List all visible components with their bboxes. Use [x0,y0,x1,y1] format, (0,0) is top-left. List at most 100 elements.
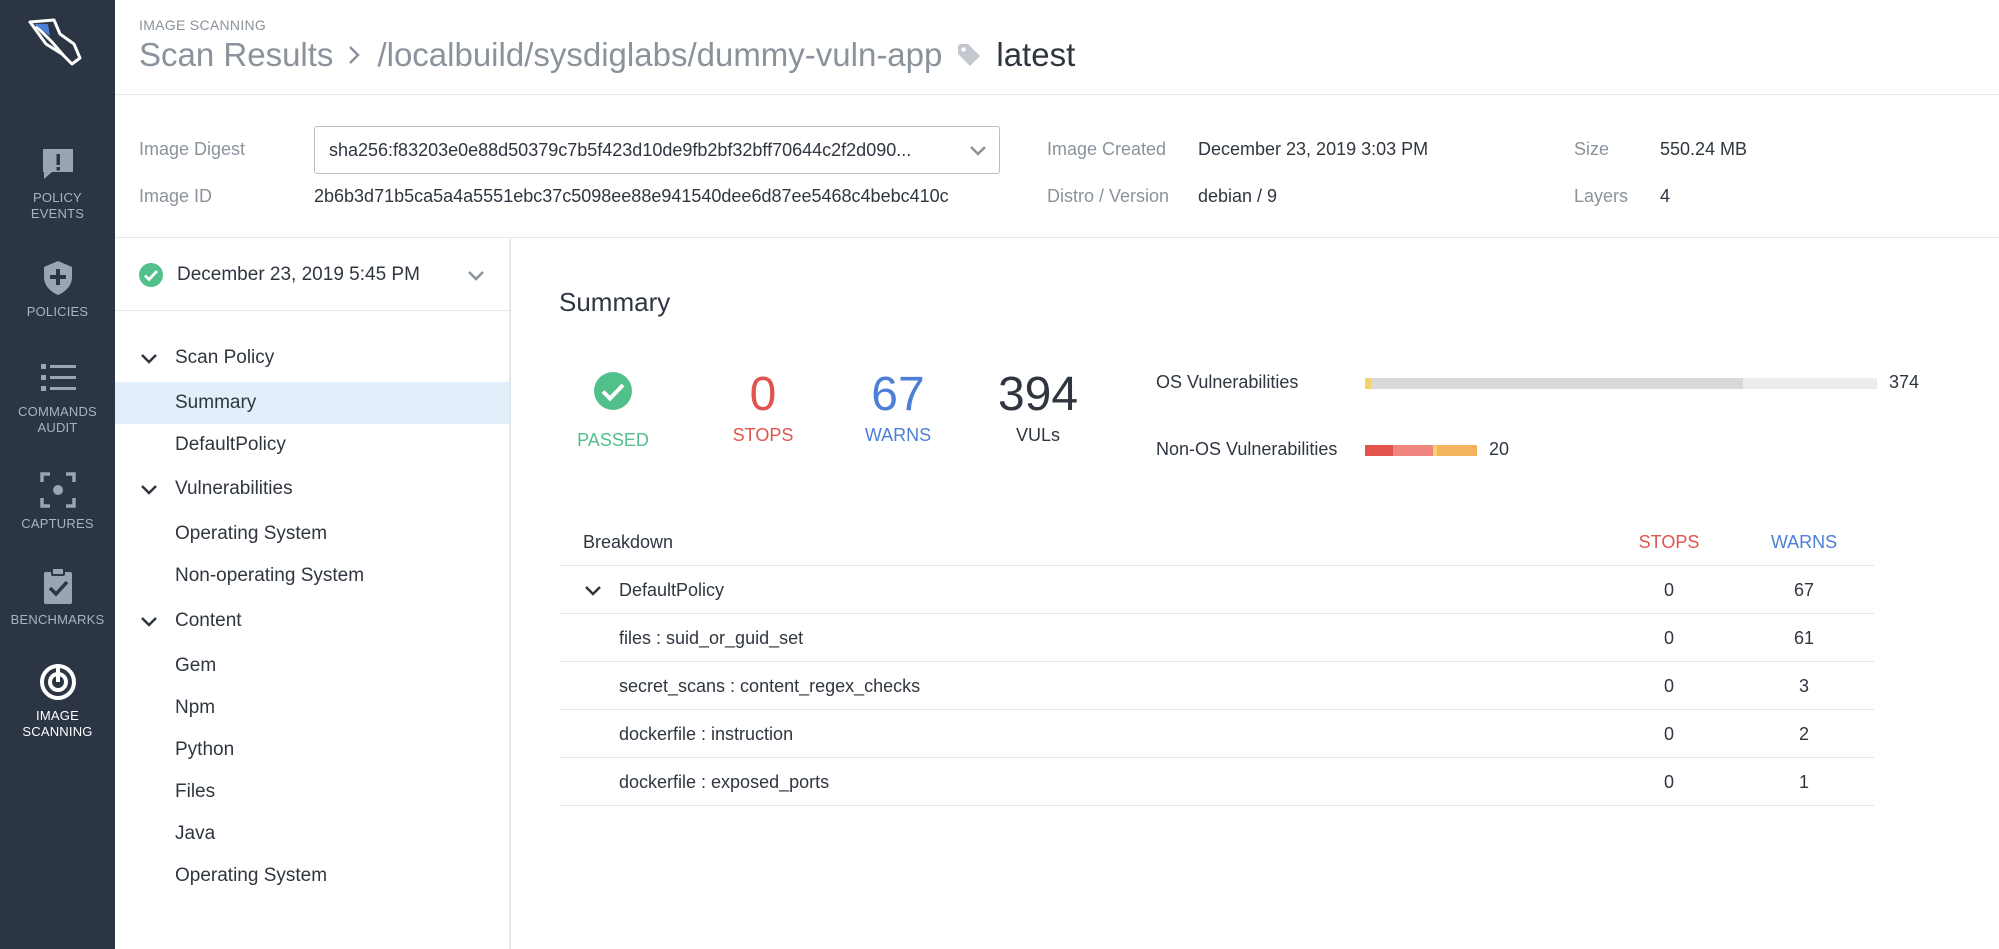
breadcrumb-scan-results[interactable]: Scan Results [139,36,333,74]
shield-plus-icon [43,261,72,295]
breakdown-warns-header[interactable]: WARNS [1754,532,1854,553]
scan-sidebar: December 23, 2019 5:45 PM Scan Policy Su… [115,239,511,949]
image-id-value: 2b6b3d71b5ca5a4a5551ebc37c5098ee88e94154… [314,186,949,206]
section-content[interactable]: Content [115,601,509,641]
os-vulnerabilities-bar[interactable] [1365,378,1877,389]
size-label: Size [1574,139,1610,159]
stat-stops-label: STOPS [732,425,794,445]
breakdown-row-defaultpolicy[interactable]: DefaultPolicy 0 67 [559,566,1874,614]
non-os-vulnerabilities-label: Non-OS Vulnerabilities [1156,439,1338,459]
chevron-down-icon [141,617,157,627]
stat-stops-value: 0 [749,368,777,421]
breakdown-row-warns: 1 [1798,772,1809,792]
nonos-bar-medium-segment [1437,445,1477,456]
stat-warns-value: 67 [871,368,925,421]
section-vulnerabilities[interactable]: Vulnerabilities [115,469,509,509]
sysdig-logo-icon[interactable] [24,14,88,78]
stat-stops: 0 STOPS [713,367,813,446]
chevron-right-icon [347,44,361,66]
breakdown-row-name: DefaultPolicy [619,580,725,600]
check-circle-icon [139,263,163,287]
breakdown-row-name: dockerfile : exposed_ports [619,772,830,792]
menu-item-gem[interactable]: Gem [115,645,509,687]
menu-item-files[interactable]: Files [115,771,509,813]
breadcrumb-repo: /localbuild/sysdiglabs/dummy-vuln-app [377,36,943,73]
chevron-down-icon [970,146,986,156]
section-scan-policy[interactable]: Scan Policy [115,338,509,378]
table-row[interactable]: secret_scans : content_regex_checks 0 3 [559,662,1874,710]
non-os-vulnerabilities-count: 20 [1489,439,1510,459]
table-row[interactable]: files : suid_or_guid_set 0 61 [559,614,1874,662]
breakdown-row-warns: 2 [1798,724,1809,744]
chevron-down-icon [468,271,484,281]
menu-item-npm[interactable]: Npm [115,687,509,729]
stat-vuls-label: VULs [1015,425,1060,445]
image-info-panel: Image Digest sha256:f83203e0e88d50379c7b… [115,96,1999,238]
nav-policies-label: POLICIES [26,304,89,319]
layers-value: 4 [1660,186,1671,206]
menu-item-operating-system-label: Operating System [175,523,328,544]
clipboard-check-icon [43,567,72,604]
stat-vuls: 394 VULs [988,367,1088,446]
menu-item-java[interactable]: Java [115,813,509,855]
stat-passed-label: PASSED [577,430,649,450]
menu-item-non-operating-system-label: Non-operating System [175,565,365,586]
tag-icon [956,42,982,68]
scan-date-selector[interactable]: December 23, 2019 5:45 PM [115,239,509,311]
nav-captures[interactable]: CAPTURES [0,470,115,532]
breakdown-stops-header[interactable]: STOPS [1619,532,1719,553]
menu-item-java-label: Java [175,823,216,844]
image-digest-select[interactable]: sha256:f83203e0e88d50379c7b5f423d10de9fb… [314,126,1000,174]
breakdown-table: Breakdown STOPS WARNS DefaultPolicy 0 67… [559,516,1874,806]
breakdown-row-stops: 0 [1663,580,1674,600]
stat-passed: PASSED [569,371,657,451]
table-row[interactable]: dockerfile : exposed_ports 0 1 [559,758,1874,806]
table-row[interactable]: dockerfile : instruction 0 2 [559,710,1874,758]
non-os-vulnerabilities-bar[interactable] [1365,445,1477,456]
chevron-down-icon [585,586,601,596]
menu-item-summary[interactable]: Summary [115,382,509,424]
left-nav: POLICY EVENTS POLICIES COMMANDS AUDIT CA… [0,0,115,949]
menu-item-defaultpolicy-label: DefaultPolicy [175,434,286,455]
section-vulnerabilities-label: Vulnerabilities [175,478,293,499]
menu-item-defaultpolicy[interactable]: DefaultPolicy [115,424,509,466]
nonos-bar-high-segment [1393,445,1433,456]
breakdown-row-name: secret_scans : content_regex_checks [619,676,921,696]
breakdown-row-name: dockerfile : instruction [619,724,794,744]
nav-benchmarks-label: BENCHMARKS [10,612,105,627]
distro-version-label: Distro / Version [1047,186,1170,206]
section-scan-policy-label: Scan Policy [175,347,275,368]
breakdown-row-stops: 0 [1663,724,1674,744]
breakdown-row-stops: 0 [1663,772,1674,792]
image-created-label: Image Created [1047,139,1167,159]
nav-image-scanning[interactable]: IMAGE SCANNING [0,662,115,740]
os-vulnerabilities-count: 374 [1889,372,1920,392]
capture-icon [39,472,76,508]
stat-warns: 67 WARNS [848,367,948,446]
breakdown-row-stops: 0 [1663,628,1674,648]
scan-icon [39,664,76,700]
page-header: IMAGE SCANNING Scan Results /localbuild/… [115,0,1999,95]
menu-item-gem-label: Gem [175,655,217,676]
image-digest-value: sha256:f83203e0e88d50379c7b5f423d10de9fb… [329,140,912,160]
breakdown-row-name: files : suid_or_guid_set [619,628,804,648]
os-bar-negligible-segment [1371,378,1743,389]
menu-item-operating-system[interactable]: Operating System [115,513,509,555]
nav-benchmarks[interactable]: BENCHMARKS [0,566,115,628]
os-vulnerabilities-label: OS Vulnerabilities [1156,372,1299,392]
image-id-label: Image ID [139,186,213,206]
nav-commands-audit[interactable]: COMMANDS AUDIT [0,358,115,436]
menu-item-python[interactable]: Python [115,729,509,771]
section-content-label: Content [175,610,242,631]
breakdown-row-warns: 67 [1793,580,1815,600]
menu-item-content-operating-system[interactable]: Operating System [115,855,509,897]
breakdown-header: Breakdown [583,532,674,552]
chevron-down-icon [141,485,157,495]
breakdown-header-row: Breakdown STOPS WARNS [559,516,1874,566]
nav-policy-events[interactable]: POLICY EVENTS [0,144,115,222]
stat-vuls-value: 394 [997,368,1079,421]
menu-item-npm-label: Npm [175,697,216,718]
menu-item-non-operating-system[interactable]: Non-operating System [115,555,509,597]
summary-title: Summary [559,287,671,317]
nav-policies[interactable]: POLICIES [0,258,115,320]
